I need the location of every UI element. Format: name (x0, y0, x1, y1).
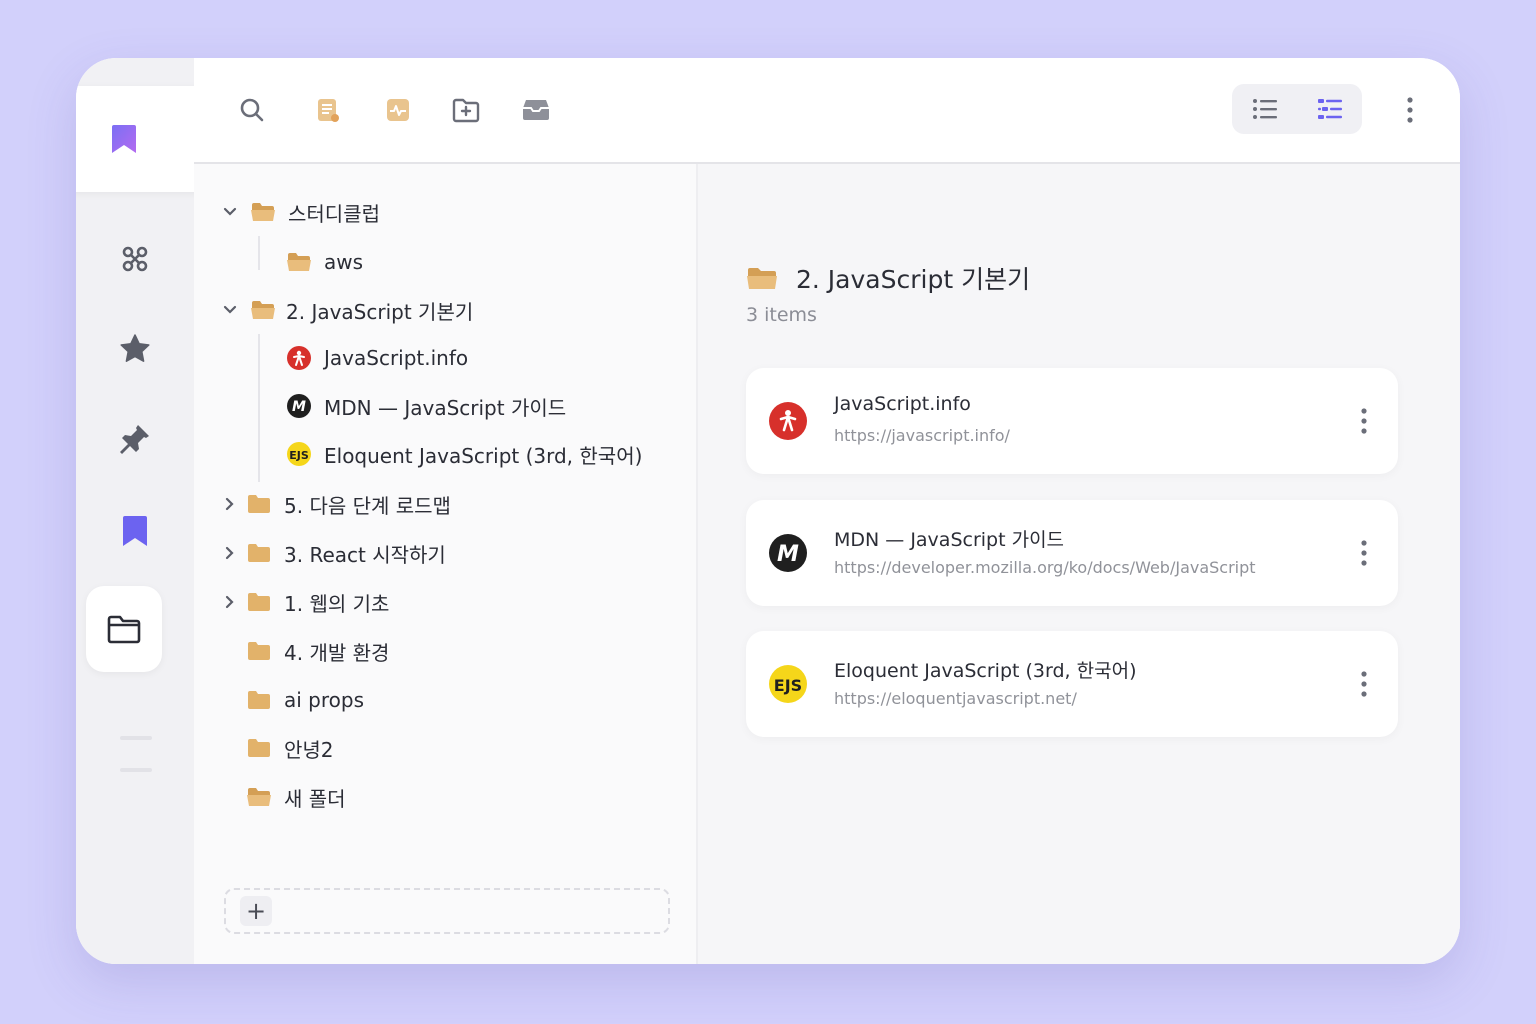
folder-tree: 스터디클럽 aws 2. JavaScript 기본기 JavaScript.i… (194, 164, 698, 964)
tree-guide (258, 236, 260, 270)
svg-text:EJS: EJS (774, 676, 802, 695)
folder-icon (246, 687, 272, 713)
folder-open-icon (246, 784, 272, 810)
svg-text:M: M (777, 542, 799, 567)
folder-icon (246, 735, 272, 761)
folder-icon (246, 589, 272, 615)
tree-item-folder[interactable]: 1. 웹의 기초 (218, 582, 389, 622)
bookmark-icon[interactable] (101, 494, 169, 568)
add-folder-input[interactable]: + (224, 888, 670, 934)
search-icon[interactable] (234, 92, 270, 128)
archive-icon[interactable] (518, 92, 554, 128)
tree-item-label: JavaScript.info (324, 346, 469, 370)
mdn-favicon-icon: M (769, 534, 807, 572)
bookmark-url: https://eloquentjavascript.net/ (834, 689, 1077, 708)
tree-guide (258, 334, 260, 482)
folder-open-icon (286, 249, 312, 275)
bookmark-url: https://javascript.info/ (834, 426, 1010, 445)
bookmark-card[interactable]: M MDN — JavaScript 가이드 https://developer… (746, 500, 1398, 606)
svg-text:EJS: EJS (289, 449, 309, 462)
detail-header: 2. JavaScript 기본기 (746, 260, 1030, 296)
svg-text:M: M (292, 399, 306, 415)
new-folder-icon[interactable] (448, 92, 484, 128)
folder-icon[interactable] (86, 586, 162, 672)
more-options-icon[interactable] (1352, 405, 1376, 437)
rail-divider (120, 768, 152, 772)
tree-item-label: ai props (284, 688, 364, 712)
list-view-icon[interactable] (1247, 91, 1283, 127)
folder-detail: 2. JavaScript 기본기 3 items JavaScript.inf… (698, 164, 1460, 964)
tree-item-label: aws (324, 250, 364, 274)
tree-item-label: 2. JavaScript 기본기 (286, 299, 474, 324)
tree-item-label: 새 폴더 (284, 786, 346, 811)
tree-item-folder[interactable]: 새 폴더 (246, 777, 346, 817)
chevron-down-icon[interactable] (218, 200, 242, 224)
tree-item-folder[interactable]: 4. 개발 환경 (246, 631, 389, 671)
bookmark-title: JavaScript.info (834, 393, 971, 415)
chevron-down-icon[interactable] (218, 298, 242, 322)
rail-divider (120, 736, 152, 740)
bookmark-title: Eloquent JavaScript (3rd, 한국어) (834, 660, 1137, 682)
tree-item-label: 5. 다음 단계 로드맵 (284, 493, 451, 518)
folder-open-icon (250, 297, 276, 323)
item-count: 3 items (746, 304, 817, 326)
star-icon[interactable] (101, 312, 169, 386)
tree-item-folder[interactable]: 5. 다음 단계 로드맵 (218, 484, 451, 524)
folder-open-icon (250, 199, 276, 225)
notes-icon[interactable] (310, 92, 346, 128)
more-options-icon[interactable] (1352, 668, 1376, 700)
chevron-right-icon[interactable] (218, 492, 242, 516)
app-window: 스터디클럽 aws 2. JavaScript 기본기 JavaScript.i… (76, 58, 1460, 964)
bookmark-title: MDN — JavaScript 가이드 (834, 529, 1065, 551)
icon-rail (76, 58, 450, 964)
tree-item-label: 1. 웹의 기초 (284, 591, 390, 616)
activity-icon[interactable] (380, 92, 416, 128)
tree-item-label: 안녕2 (284, 737, 334, 762)
bookmark-card[interactable]: EJS Eloquent JavaScript (3rd, 한국어) https… (746, 631, 1398, 737)
tree-item-folder[interactable]: aws (286, 242, 363, 282)
add-folder-button[interactable]: + (240, 896, 272, 926)
tree-item-bookmark[interactable]: M MDN — JavaScript 가이드 (286, 386, 566, 426)
tree-item-folder[interactable]: 3. React 시작하기 (218, 533, 446, 573)
top-toolbar (194, 58, 1460, 164)
tree-item-folder[interactable]: 2. JavaScript 기본기 (218, 290, 473, 330)
tree-item-bookmark[interactable]: EJS Eloquent JavaScript (3rd, 한국어) (286, 434, 642, 474)
tree-item-folder[interactable]: ai props (246, 680, 364, 720)
bookmark-url: https://developer.mozilla.org/ko/docs/We… (834, 558, 1256, 577)
eloquent-favicon-icon: EJS (286, 441, 312, 467)
tree-item-bookmark[interactable]: JavaScript.info (286, 338, 468, 378)
chevron-right-icon[interactable] (218, 541, 242, 565)
javascript-info-favicon-icon (286, 345, 312, 371)
folder-icon (246, 491, 272, 517)
folder-open-icon (746, 265, 778, 291)
bookmark-card[interactable]: JavaScript.info https://javascript.info/ (746, 368, 1398, 474)
detail-view-icon[interactable] (1312, 91, 1348, 127)
more-options-icon[interactable] (1352, 537, 1376, 569)
shortcuts-icon[interactable] (101, 222, 169, 296)
tree-item-label: MDN — JavaScript 가이드 (324, 395, 567, 420)
tree-item-label: 4. 개발 환경 (284, 640, 390, 665)
more-options-icon[interactable] (1396, 94, 1424, 126)
chevron-right-icon[interactable] (218, 590, 242, 614)
plus-icon: + (245, 897, 267, 925)
eloquent-favicon-icon: EJS (769, 665, 807, 703)
tree-item-label: Eloquent JavaScript (3rd, 한국어) (324, 443, 643, 468)
javascript-info-favicon-icon (769, 402, 807, 440)
folder-icon (246, 638, 272, 664)
tree-item-folder[interactable]: 스터디클럽 (218, 192, 380, 232)
folder-icon (246, 540, 272, 566)
tree-item-folder[interactable]: 안녕2 (246, 728, 334, 768)
page-title: 2. JavaScript 기본기 (796, 265, 1031, 294)
tree-item-label: 3. React 시작하기 (284, 542, 446, 567)
mdn-favicon-icon: M (286, 393, 312, 419)
pin-icon[interactable] (101, 402, 169, 476)
view-toggle (1232, 84, 1362, 134)
tree-item-label: 스터디클럽 (288, 201, 380, 226)
